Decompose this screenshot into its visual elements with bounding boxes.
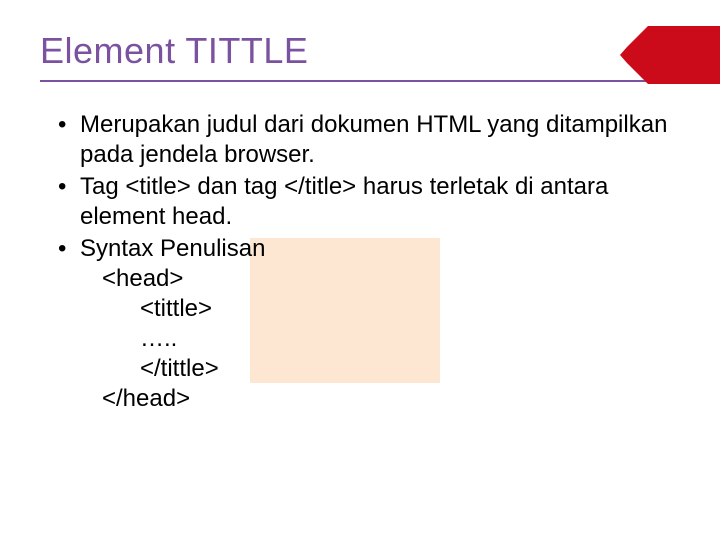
slide-title: Element TITTLE — [40, 30, 308, 72]
bullet-text: Merupakan judul dari dokumen HTML yang d… — [80, 111, 667, 168]
code-line: </head> — [80, 384, 680, 414]
bullet-text: Tag <title> dan tag </title> harus terle… — [80, 173, 608, 230]
bullet-item: Tag <title> dan tag </title> harus terle… — [58, 172, 680, 232]
code-line: <head> — [80, 264, 680, 294]
logo-graphic — [620, 20, 720, 90]
code-line: </tittle> — [80, 354, 680, 384]
code-line: ….. — [80, 324, 680, 354]
bullet-item: Syntax Penulisan <head> <tittle> ….. </t… — [58, 234, 680, 414]
content-area: Merupakan judul dari dokumen HTML yang d… — [40, 110, 680, 414]
code-line: <tittle> — [80, 294, 680, 324]
title-underline — [40, 80, 680, 82]
slide: Element TITTLE Merupakan judul dari doku… — [0, 0, 720, 540]
bullet-text: Syntax Penulisan — [80, 235, 265, 262]
bullet-item: Merupakan judul dari dokumen HTML yang d… — [58, 110, 680, 170]
bullet-list: Merupakan judul dari dokumen HTML yang d… — [40, 110, 680, 414]
header: Element TITTLE — [40, 30, 680, 72]
